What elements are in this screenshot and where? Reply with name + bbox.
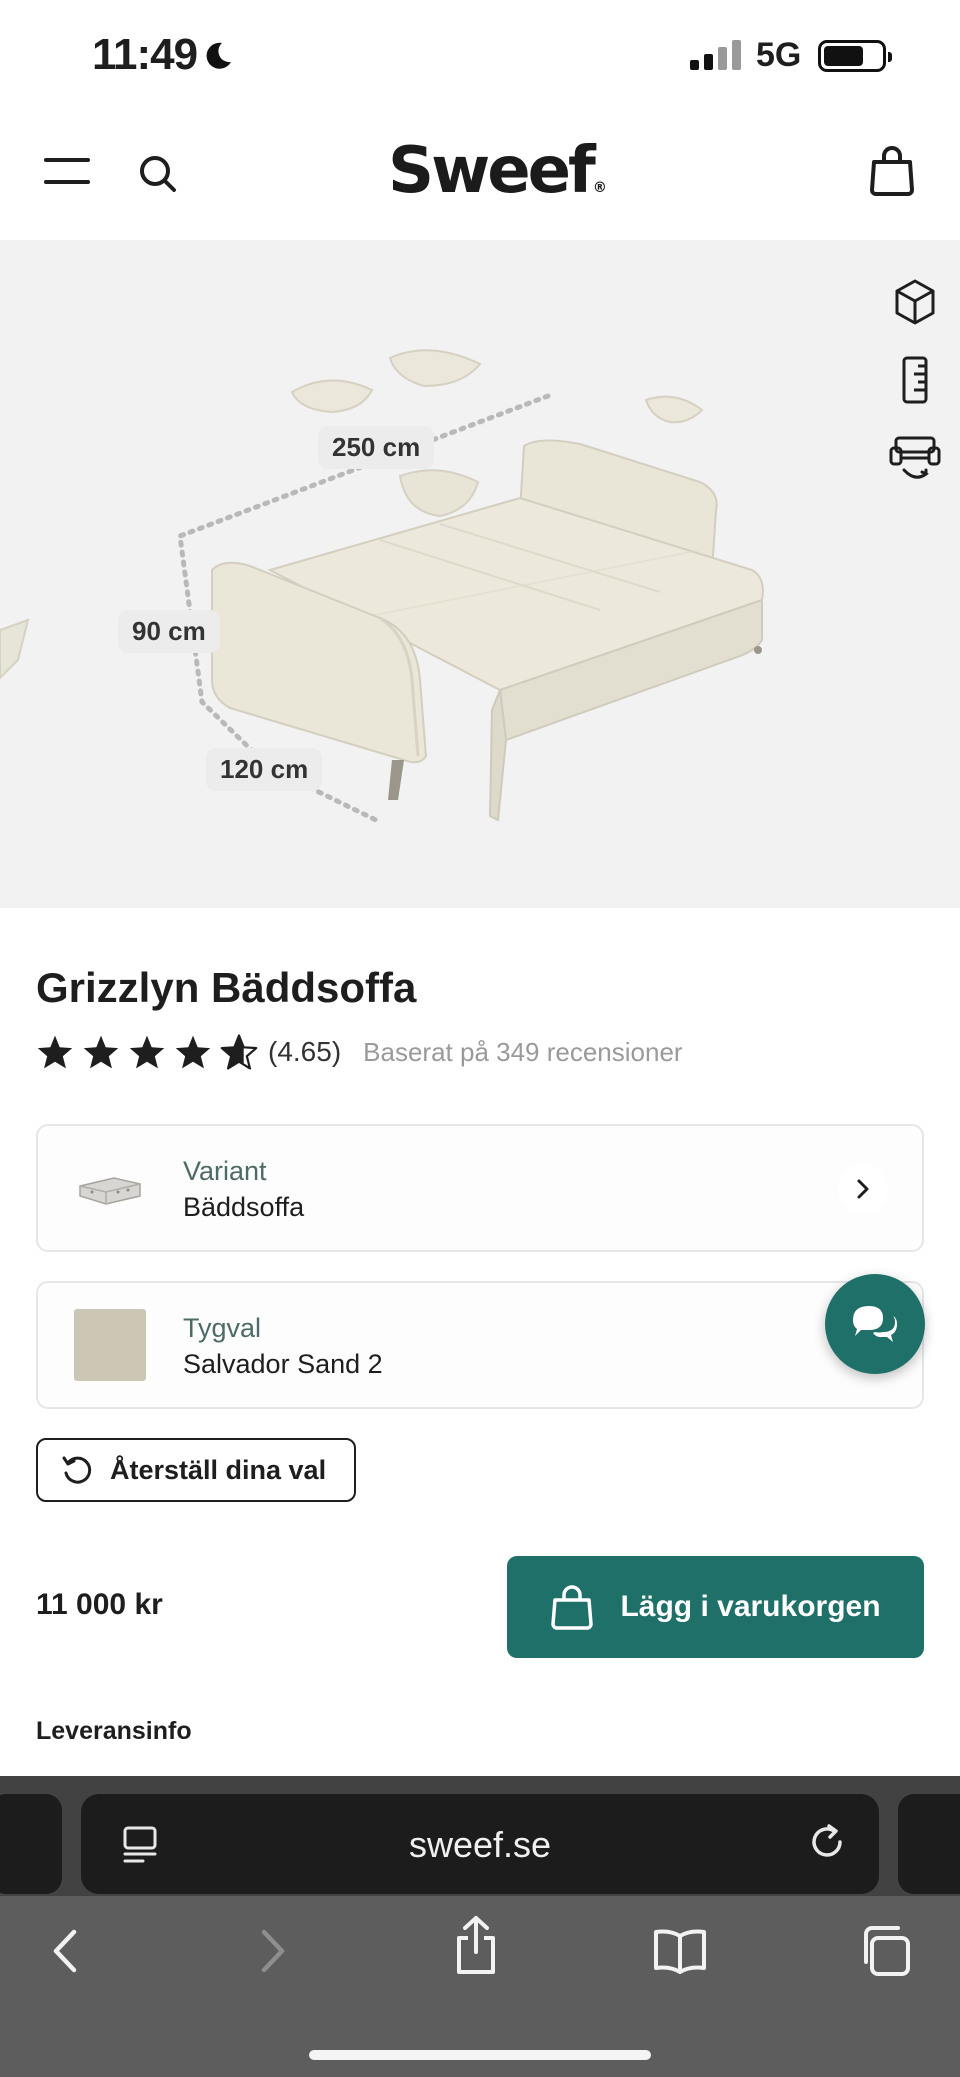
fabric-swatch — [74, 1309, 146, 1381]
product-title: Grizzlyn Bäddsoffa — [36, 964, 417, 1011]
home-indicator[interactable] — [309, 2050, 651, 2060]
rating-stars — [36, 1034, 258, 1070]
next-tab[interactable] — [898, 1794, 960, 1894]
network-label: 5G — [756, 36, 802, 74]
menu-icon[interactable] — [44, 158, 90, 188]
bookmarks-icon[interactable] — [652, 1926, 708, 1976]
site-header: Sweef® — [0, 110, 960, 240]
search-icon[interactable] — [136, 152, 180, 196]
add-to-cart-button[interactable]: Lägg i varukorgen — [507, 1556, 924, 1658]
fabric-value: Salvador Sand 2 — [183, 1349, 383, 1379]
status-time: 11:49 — [92, 30, 198, 79]
chat-icon — [853, 1306, 897, 1342]
variant-label: Variant — [183, 1156, 267, 1186]
cart-icon[interactable] — [868, 144, 916, 196]
add-to-cart-label: Lägg i varukorgen — [620, 1590, 881, 1623]
reset-button[interactable]: Återställ dina val — [36, 1438, 356, 1502]
bag-icon — [551, 1585, 594, 1630]
site-logo[interactable]: Sweef® — [388, 134, 607, 208]
forward-icon[interactable] — [256, 1926, 290, 1976]
address-bar[interactable]: sweef.se — [81, 1794, 879, 1894]
previous-tab[interactable] — [0, 1794, 62, 1894]
variant-selector[interactable]: Variant Bäddsoffa — [36, 1124, 924, 1252]
moon-icon — [206, 42, 231, 69]
logo-text: Sweef — [388, 134, 596, 208]
battery-icon — [818, 40, 892, 72]
dimension-label-height: 90 cm — [118, 610, 220, 653]
share-icon[interactable] — [452, 1914, 500, 1976]
rating-value: (4.65) — [268, 1036, 342, 1067]
star-half-icon — [220, 1034, 258, 1070]
star-icon — [175, 1035, 211, 1069]
star-icon — [129, 1035, 165, 1069]
signal-icon — [690, 40, 741, 70]
variant-value: Bäddsoffa — [183, 1192, 305, 1222]
variant-thumbnail — [79, 1177, 141, 1205]
browser-tab-strip: sweef.se — [0, 1776, 960, 1896]
page: 11:49 5G Sweef® 250 cm 90 cm 120 cm Griz… — [0, 0, 960, 2077]
browser-chrome: sweef.se — [0, 1776, 960, 2077]
chevron-right-icon — [857, 1179, 869, 1199]
sofa-bed-icon[interactable] — [888, 434, 942, 484]
reset-label: Återställ dina val — [110, 1454, 327, 1485]
chat-button[interactable] — [825, 1274, 925, 1374]
dimension-label-width: 250 cm — [318, 426, 435, 469]
back-icon[interactable] — [48, 1926, 82, 1976]
reset-icon — [62, 1456, 92, 1484]
fabric-label: Tygval — [183, 1313, 262, 1343]
star-icon — [83, 1035, 119, 1069]
product-price: 11 000 kr — [36, 1588, 163, 1621]
tabs-icon[interactable] — [858, 1924, 912, 1978]
browser-toolbar — [0, 1916, 960, 1996]
address-url: sweef.se — [408, 1824, 552, 1865]
reload-icon[interactable] — [807, 1822, 849, 1864]
fabric-selector[interactable]: Tygval Salvador Sand 2 — [36, 1281, 924, 1409]
ruler-icon[interactable] — [900, 356, 930, 404]
logo-mark: ® — [592, 180, 607, 196]
dimension-label-depth: 120 cm — [206, 748, 323, 791]
product-image[interactable]: 250 cm 90 cm 120 cm — [0, 240, 960, 908]
rating-summary[interactable]: (4.65) Baserat på 349 recensioner — [36, 1030, 683, 1074]
3d-cube-icon[interactable] — [893, 278, 937, 326]
variant-chevron-button[interactable] — [838, 1164, 888, 1214]
review-count[interactable]: Baserat på 349 recensioner — [363, 1037, 682, 1068]
sofa-bed-illustration — [0, 349, 764, 825]
star-icon — [37, 1035, 73, 1069]
status-bar: 11:49 5G — [0, 0, 960, 110]
delivery-info-heading[interactable]: Leveransinfo — [36, 1717, 192, 1746]
image-side-tools — [888, 278, 942, 484]
